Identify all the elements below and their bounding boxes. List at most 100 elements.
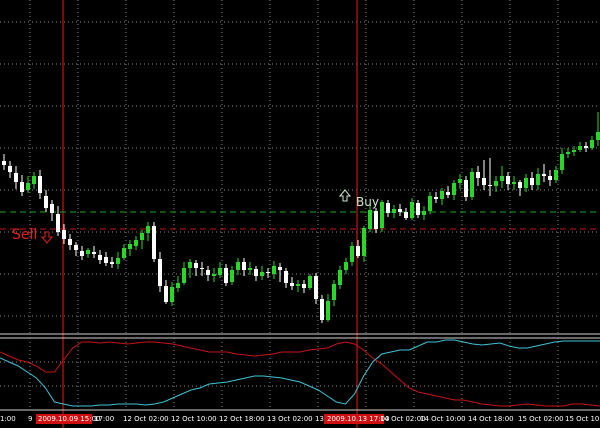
candle-body [530,178,534,185]
candle-body [38,176,42,193]
candle-body [104,257,108,263]
candle-body [596,132,600,140]
candle-body [212,274,216,276]
candle-body [536,174,540,185]
oscillator-cyan-line [0,339,600,407]
candle-body [110,262,114,264]
candle-body [398,209,402,212]
candle-body [524,178,528,188]
candle-body [590,140,594,148]
candle-body [242,262,246,270]
candle-body [410,202,414,218]
candle-body [332,284,336,300]
candle-body [542,174,546,176]
candle-body [224,268,228,283]
x-tick-14: 15 Oct 02:00 [518,415,564,423]
price-chart[interactable]: Sell Buy 1:00 9 2009.10.09 15:00 17:00 1… [0,0,600,428]
candle-body [146,226,150,233]
candle-body [236,262,240,270]
candle-body [428,196,432,211]
candle-body [290,283,294,286]
candle-body [164,286,168,302]
candle-body [380,202,384,228]
x-tick-11: 14 Oct 02:00 [380,415,426,423]
candle-body [314,276,318,299]
candle-body [14,173,18,182]
x-tick-0: 1:00 [0,415,16,423]
candle-body [134,240,138,246]
x-tick-3: 17:00 [94,415,114,423]
candle-body [356,246,360,256]
x-tick-12: 14 Oct 10:00 [420,415,466,423]
candle-body [20,182,24,192]
candle-body [554,170,558,180]
candle-body [74,245,78,250]
x-tick-1: 9 [28,415,32,423]
candle-body [452,183,456,195]
candle-body [320,299,324,320]
candle-body [230,270,234,282]
x-tick-7: 13 Oct 02:00 [267,415,313,423]
candle-body [512,182,516,184]
candle-body [548,176,552,180]
candle-body [482,178,486,185]
candle-body [170,287,174,302]
candle-body [446,192,450,195]
trading-chart-window: Sell Buy 1:00 9 2009.10.09 15:00 17:00 1… [0,0,600,428]
x-tick-9: 13 [315,415,324,423]
candle-body [464,180,468,197]
candle-body [308,276,312,288]
candle-body [182,268,186,283]
candle-body [434,197,438,199]
candle-body [32,176,36,184]
candle-body [458,179,462,183]
candle-body [194,263,198,268]
candle-body [470,172,474,197]
candle-body [344,262,348,270]
candle-body [218,268,222,275]
buy-signal-label: Buy [356,195,379,209]
buy-arrow-icon [338,189,352,202]
candle-body [506,176,510,184]
candle-body [368,210,372,229]
candle-body [494,181,498,186]
candle-body [572,150,576,152]
candle-body [56,214,60,232]
candle-body [2,161,6,165]
candle-body [158,259,162,286]
time-axis: 1:00 9 2009.10.09 15:00 17:00 12 Oct 02:… [0,414,600,424]
candle-body [152,226,156,259]
candle-body [296,284,300,286]
candle-body [476,172,480,178]
candle-body [416,203,420,215]
candle-body [374,211,378,229]
candle-body [386,203,390,213]
candle-body [176,283,180,288]
candle-body [578,146,582,150]
candle-body [200,268,204,269]
candle-body [518,182,522,188]
chart-grid [0,0,600,334]
candle-body [248,268,252,270]
candle-body [68,239,72,245]
candle-body [50,204,54,213]
candle-body [302,284,306,288]
candle-body [254,269,258,276]
candle-body [284,271,288,283]
candle-body [560,154,564,170]
x-tick-13: 14 Oct 18:00 [468,415,514,423]
candle-body [272,266,276,274]
candle-body [584,146,588,148]
x-tick-15: 15 Oct 10:00 [565,415,600,423]
candle-body [362,228,366,256]
candle-body [92,252,96,254]
candle-body [422,211,426,215]
candle-body [44,196,48,208]
candle-body [26,183,30,190]
candlesticks [2,112,600,323]
sell-signal-label: Sell [12,227,37,243]
candle-body [392,209,396,213]
candle-body [338,270,342,285]
candle-body [116,258,120,264]
candle-body [122,248,126,258]
